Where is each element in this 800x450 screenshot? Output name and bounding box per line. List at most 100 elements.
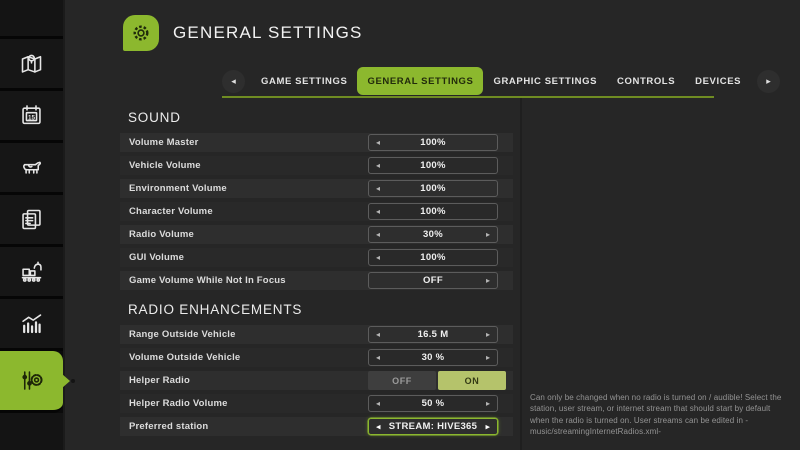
section-title-radio-enhancements: RADIO ENHANCEMENTS [128, 302, 513, 317]
tab-game-settings[interactable]: GAME SETTINGS [251, 67, 357, 95]
row-label: Preferred station [129, 421, 208, 432]
contracts-icon [18, 206, 45, 233]
stepper-control[interactable]: ◂ 16.5 M ▸ [368, 326, 498, 343]
stepper-decrease-arrow-icon[interactable]: ◂ [376, 162, 380, 170]
tab-bar: ◂ GAME SETTINGSGENERAL SETTINGSGRAPHIC S… [222, 66, 714, 98]
stepper-control[interactable]: ◂ 100% [368, 203, 498, 220]
settings-row-volume-outside-vehicle: Volume Outside Vehicle ◂ 30 % ▸ [120, 348, 513, 367]
stepper-increase-arrow-icon[interactable]: ▸ [486, 331, 490, 339]
stepper-value: 50 % [422, 398, 445, 409]
stepper-decrease-arrow-icon[interactable]: ◂ [376, 354, 380, 362]
active-indicator-dot [71, 379, 75, 383]
settings-column: SOUND Volume Master ◂ 100% Vehicle Volume ◂ 10… [65, 98, 520, 450]
stepper-increase-arrow-icon[interactable]: ▸ [486, 400, 490, 408]
stepper-control[interactable]: ◂100% [368, 249, 498, 266]
settings-row-gui-volume: GUI Volume ◂100% [120, 248, 513, 267]
row-label: Character Volume [129, 206, 213, 217]
settings-row-character-volume: Character Volume ◂ 100% [120, 202, 513, 221]
stepper-value: 100% [420, 160, 446, 171]
stepper-control[interactable]: ◂ 30% ▸ [368, 226, 498, 243]
stepper-decrease-arrow-icon[interactable]: ◂ [376, 331, 380, 339]
map-icon [18, 50, 45, 77]
settings-rows: Volume Master◂100%Vehicle Volume◂100%Env… [120, 133, 513, 290]
row-label: Game Volume While Not In Focus [129, 275, 286, 286]
tab-controls[interactable]: CONTROLS [607, 67, 685, 95]
sidebar-filler [0, 413, 63, 450]
help-text: Can only be changed when no radio is tur… [530, 392, 792, 437]
stepper-increase-arrow-icon[interactable]: ▸ [486, 277, 490, 285]
settings-row-radio-volume: Radio Volume ◂ 30% ▸ [120, 225, 513, 244]
tab-general-settings[interactable]: GENERAL SETTINGS [357, 67, 483, 95]
settings-row-game-volume-while-not-in-focus: Game Volume While Not In Focus OFF ▸ [120, 271, 513, 290]
settings-bubble-icon [123, 15, 159, 51]
sidebar-item-statistics[interactable] [0, 299, 63, 351]
stepper-decrease-arrow-icon[interactable]: ◂ [376, 139, 380, 147]
stepper-control[interactable]: ◂ 50 % ▸ [368, 395, 498, 412]
tab-devices[interactable]: DEVICES [685, 67, 751, 95]
stepper-decrease-arrow-icon[interactable]: ◂ [376, 208, 380, 216]
tabs-next-button[interactable]: ▸ [757, 70, 780, 93]
sidebar-item-calendar[interactable]: 15 [0, 91, 63, 143]
settings-row-volume-master: Volume Master ◂ 100% [120, 133, 513, 152]
animals-icon [18, 154, 45, 181]
stepper-increase-arrow-icon[interactable]: ▸ [485, 422, 490, 431]
toggle-control: OFFON [368, 371, 506, 390]
stepper-value: 100% [420, 206, 446, 217]
stepper-value: 30% [423, 229, 443, 240]
stepper-control[interactable]: ◂ 100% [368, 180, 498, 197]
sidebar-item-production[interactable] [0, 247, 63, 299]
calendar-icon: 15 [18, 102, 45, 129]
stepper-value: 30 % [422, 352, 445, 363]
stepper-increase-arrow-icon[interactable]: ▸ [486, 231, 490, 239]
stepper-decrease-arrow-icon[interactable]: ◂ [376, 185, 380, 193]
row-label: Range Outside Vehicle [129, 329, 236, 340]
stepper-decrease-arrow-icon[interactable]: ◂ [376, 254, 380, 262]
help-panel: Can only be changed when no radio is tur… [520, 98, 800, 450]
sidebar: 15 [0, 0, 65, 450]
sidebar-item-map[interactable] [0, 39, 63, 91]
main-area: GENERAL SETTINGS ◂ GAME SETTINGSGENERAL … [65, 0, 800, 450]
row-label: Volume Master [129, 137, 198, 148]
content-area: SOUND Volume Master ◂ 100% Vehicle Volume ◂ 10… [65, 98, 800, 450]
row-label: Volume Outside Vehicle [129, 352, 240, 363]
stepper-decrease-arrow-icon[interactable]: ◂ [376, 422, 381, 431]
row-label: GUI Volume [129, 252, 184, 263]
sidebar-spacer [0, 0, 63, 39]
stepper-control[interactable]: ◂ 30 % ▸ [368, 349, 498, 366]
sidebar-item-animals[interactable] [0, 143, 63, 195]
sidebar-item-contracts[interactable] [0, 195, 63, 247]
tab-graphic-settings[interactable]: GRAPHIC SETTINGS [483, 67, 607, 95]
row-label: Environment Volume [129, 183, 227, 194]
settings-row-preferred-station: Preferred station ◂ STREAM: HIVE365 ▸ [120, 417, 513, 436]
section-title-sound: SOUND [128, 110, 513, 125]
page-header: GENERAL SETTINGS [65, 0, 800, 66]
sidebar-item-settings[interactable] [0, 351, 63, 413]
settings-icon [18, 367, 45, 394]
tabs-container: GAME SETTINGSGENERAL SETTINGSGRAPHIC SET… [245, 66, 757, 96]
stepper-increase-arrow-icon[interactable]: ▸ [486, 354, 490, 362]
settings-row-helper-radio-volume: Helper Radio Volume ◂ 50 % ▸ [120, 394, 513, 413]
stepper-control[interactable]: ◂ 100% [368, 157, 498, 174]
stepper-control[interactable]: ◂ 100% [368, 134, 498, 151]
tabs-prev-button[interactable]: ◂ [222, 70, 245, 93]
svg-text:15: 15 [28, 114, 36, 121]
stepper-decrease-arrow-icon[interactable]: ◂ [376, 231, 380, 239]
production-icon [18, 258, 45, 285]
stepper-decrease-arrow-icon[interactable]: ◂ [376, 400, 380, 408]
row-label: Helper Radio Volume [129, 398, 228, 409]
page-title: GENERAL SETTINGS [173, 23, 363, 43]
settings-row-environment-volume: Environment Volume ◂ 100% [120, 179, 513, 198]
stepper-value: STREAM: HIVE365 [389, 421, 477, 432]
stepper-value: 100% [420, 183, 446, 194]
stepper-control[interactable]: ◂ STREAM: HIVE365 ▸ [368, 418, 498, 435]
toggle-on-button[interactable]: ON [438, 371, 506, 390]
row-label: Radio Volume [129, 229, 194, 240]
stepper-value: OFF [423, 275, 443, 286]
row-label: Vehicle Volume [129, 160, 201, 171]
settings-rows: Range Outside Vehicle◂16.5 M▸Volume Outs… [120, 325, 513, 436]
stepper-value: 16.5 M [418, 329, 449, 340]
stepper-control[interactable]: OFF ▸ [368, 272, 498, 289]
toggle-off-button[interactable]: OFF [368, 371, 436, 390]
settings-row-range-outside-vehicle: Range Outside Vehicle ◂ 16.5 M ▸ [120, 325, 513, 344]
stepper-value: 100% [420, 137, 446, 148]
